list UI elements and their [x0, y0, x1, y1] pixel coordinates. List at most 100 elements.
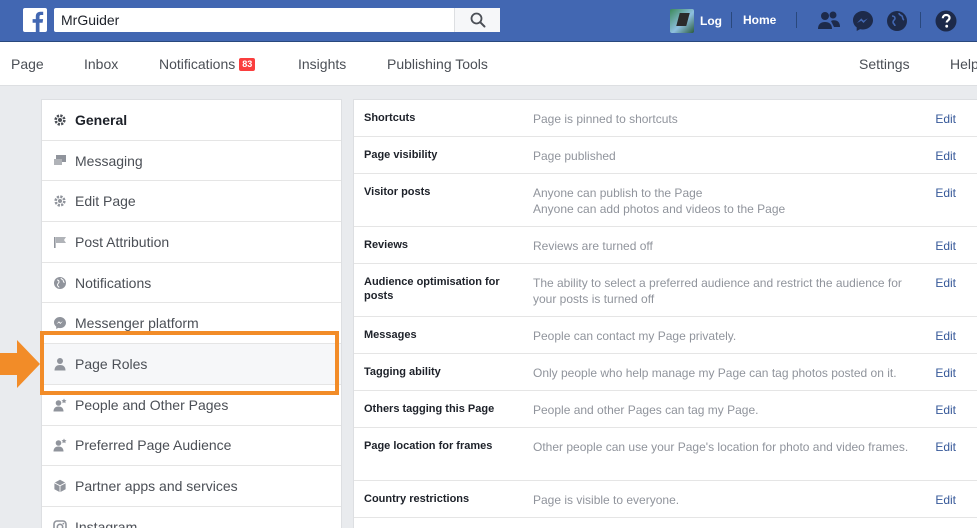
row-label: Tagging ability	[364, 366, 441, 378]
row-label: Others tagging this Page	[364, 403, 495, 415]
tab-publishing-tools[interactable]: Publishing Tools	[387, 56, 488, 72]
tab-notifications[interactable]: Notifications 83	[159, 56, 256, 72]
sidebar-item-page-roles[interactable]: Page Roles	[42, 344, 341, 385]
row-label: Visitor posts	[364, 186, 431, 198]
sidebar-item-preferred-page-audience[interactable]: Preferred Page Audience	[42, 426, 341, 467]
globe-notifications-icon[interactable]	[886, 10, 908, 32]
settings-row-page-visibility: Page visibility Page published Edit	[354, 137, 977, 174]
row-value: People can contact my Page privately.	[533, 329, 737, 343]
sidebar-item-people-and-other-pages[interactable]: People and Other Pages	[42, 385, 341, 426]
facebook-logo-icon[interactable]	[23, 8, 47, 32]
search-icon	[470, 12, 485, 28]
messenger-icon	[53, 316, 67, 330]
person-star-icon	[53, 398, 67, 412]
tab-help[interactable]: Help	[950, 56, 977, 72]
chat-icon	[53, 154, 67, 168]
row-label: Country restrictions	[364, 493, 470, 505]
settings-row-page-location-frames: Page location for frames Other people ca…	[354, 428, 977, 481]
row-value: Page published	[533, 149, 616, 163]
messenger-icon[interactable]	[852, 10, 874, 32]
row-label: Reviews	[364, 239, 409, 251]
tab-insights[interactable]: Insights	[298, 56, 346, 72]
nav-divider	[796, 12, 797, 28]
gear-icon	[53, 194, 67, 208]
row-label: Messages	[364, 329, 417, 341]
sidebar-item-messenger-platform[interactable]: Messenger platform	[42, 303, 341, 345]
home-link[interactable]: Home	[743, 13, 776, 27]
row-value: Only people who help manage my Page can …	[533, 366, 897, 380]
edit-link[interactable]: Edit	[935, 492, 956, 508]
sidebar-item-edit-page[interactable]: Edit Page	[42, 181, 341, 223]
settings-row-audience-optimisation: Audience optimisation for posts The abil…	[354, 264, 977, 317]
annotation-arrow-icon	[0, 340, 40, 388]
sidebar-item-messaging[interactable]: Messaging	[42, 141, 341, 182]
settings-row-others-tagging: Others tagging this Page People and othe…	[354, 391, 977, 428]
globe-icon	[53, 276, 67, 290]
settings-sidebar: General Messaging Edit Page Post Attribu…	[41, 99, 342, 528]
sidebar-item-label: Partner apps and services	[75, 478, 238, 495]
settings-row-tagging-ability: Tagging ability Only people who help man…	[354, 354, 977, 391]
sidebar-item-label: Page Roles	[75, 355, 148, 372]
instagram-icon	[53, 519, 67, 528]
row-value: Reviews are turned off	[533, 239, 653, 253]
row-value: Page is pinned to shortcuts	[533, 112, 678, 126]
sidebar-item-label: Edit Page	[75, 193, 136, 210]
person-icon	[53, 357, 67, 371]
notifications-count-badge: 83	[239, 58, 256, 71]
avatar	[670, 9, 694, 33]
settings-row-shortcuts: Shortcuts Page is pinned to shortcuts Ed…	[354, 100, 977, 137]
edit-link[interactable]: Edit	[935, 238, 956, 254]
sidebar-item-notifications[interactable]: Notifications	[42, 263, 341, 304]
sidebar-item-general[interactable]: General	[42, 100, 341, 141]
person-star-icon	[53, 438, 67, 452]
friend-requests-icon[interactable]	[817, 10, 841, 30]
profile-link[interactable]: Log	[670, 9, 722, 33]
edit-link[interactable]: Edit	[935, 148, 956, 164]
flag-icon	[53, 235, 67, 249]
tab-inbox[interactable]: Inbox	[84, 56, 118, 72]
sidebar-item-label: Instagram	[75, 518, 138, 528]
row-value: The ability to select a preferred audien…	[533, 276, 902, 306]
sidebar-item-label: People and Other Pages	[75, 396, 229, 413]
sidebar-item-label: Preferred Page Audience	[75, 437, 232, 454]
settings-row-visitor-posts: Visitor posts Anyone can publish to the …	[354, 174, 977, 227]
sidebar-item-label: Messenger platform	[75, 315, 199, 332]
nav-divider	[920, 12, 921, 28]
tab-page[interactable]: Page	[11, 56, 44, 72]
settings-row-country-restrictions: Country restrictions Page is visible to …	[354, 481, 977, 518]
row-label: Audience optimisation for posts	[364, 276, 500, 302]
edit-link[interactable]: Edit	[935, 275, 956, 291]
search-input[interactable]	[54, 8, 454, 32]
row-label: Shortcuts	[364, 112, 416, 124]
edit-link[interactable]: Edit	[935, 365, 956, 381]
page-tab-bar: Page Inbox Notifications 83 Insights Publ…	[0, 42, 977, 86]
edit-link[interactable]: Edit	[935, 439, 956, 455]
row-value: People and other Pages can tag my Page.	[533, 403, 759, 417]
row-value-line: Anyone can add photos and videos to the …	[533, 202, 786, 216]
top-navigation-bar: Log Home	[0, 0, 977, 42]
help-icon[interactable]	[935, 10, 957, 32]
row-value: Other people can use your Page's locatio…	[533, 440, 909, 454]
general-settings-table: Shortcuts Page is pinned to shortcuts Ed…	[353, 99, 977, 528]
sidebar-item-label: Post Attribution	[75, 233, 170, 250]
edit-link[interactable]: Edit	[935, 328, 956, 344]
edit-link[interactable]: Edit	[935, 111, 956, 127]
row-value: Anyone can publish to the Page Anyone ca…	[533, 185, 923, 217]
edit-link[interactable]: Edit	[935, 185, 956, 201]
row-value-line: Anyone can publish to the Page	[533, 186, 703, 200]
nav-divider	[731, 12, 732, 28]
tab-settings[interactable]: Settings	[859, 56, 910, 72]
sidebar-item-partner-apps[interactable]: Partner apps and services	[42, 466, 341, 507]
sidebar-item-label: Notifications	[75, 274, 152, 291]
row-label: Page visibility	[364, 149, 438, 161]
row-label: Page location for frames	[364, 440, 493, 452]
search-button[interactable]	[454, 8, 500, 32]
sidebar-item-post-attribution[interactable]: Post Attribution	[42, 222, 341, 263]
settings-row-reviews: Reviews Reviews are turned off Edit	[354, 227, 977, 264]
tab-notifications-label: Notifications	[159, 56, 236, 72]
edit-link[interactable]: Edit	[935, 402, 956, 418]
gear-icon	[53, 113, 67, 127]
sidebar-item-instagram[interactable]: Instagram	[42, 507, 341, 528]
row-value: Page is visible to everyone.	[533, 493, 680, 507]
cube-icon	[53, 479, 67, 493]
